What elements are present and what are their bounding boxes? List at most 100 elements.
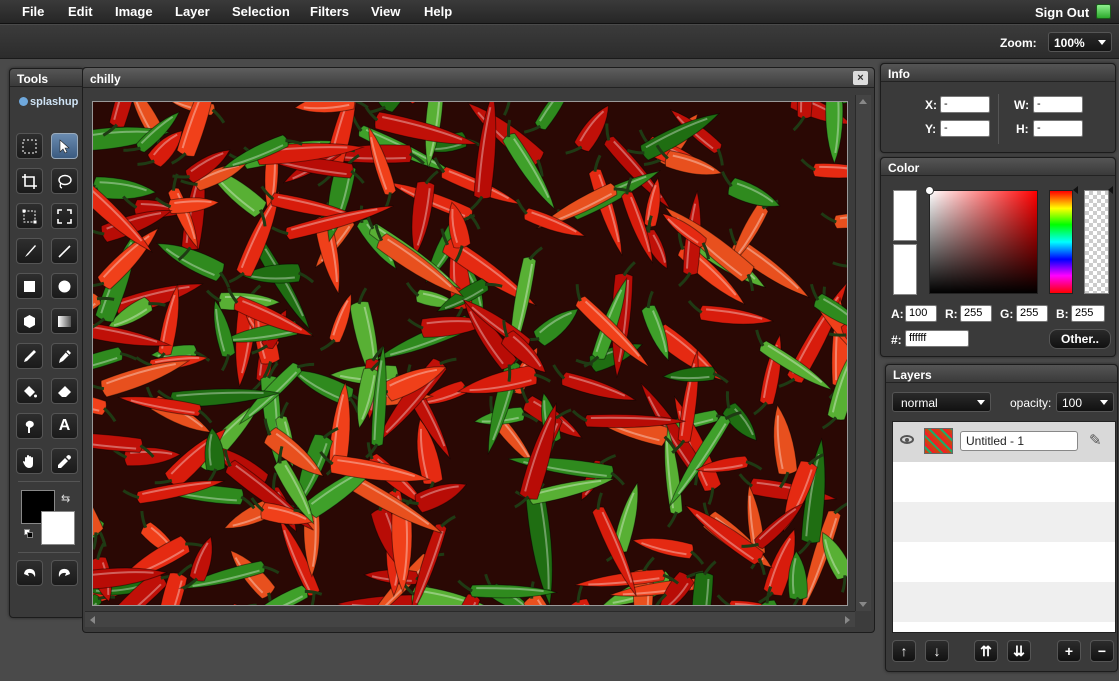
vertical-scrollbar[interactable]: [855, 95, 871, 611]
tools-panel-title: Tools: [10, 69, 84, 87]
eyedropper-tool[interactable]: [51, 448, 78, 474]
rectangle-icon: [24, 280, 35, 292]
menu-help[interactable]: Help: [424, 4, 452, 19]
background-color-swatch[interactable]: [41, 511, 75, 545]
previous-color-swatch[interactable]: [893, 244, 917, 295]
menu-file[interactable]: File: [22, 4, 44, 19]
hexagon-icon: [24, 314, 35, 328]
selection-transform-tool[interactable]: [51, 203, 78, 229]
opacity-dropdown[interactable]: 100: [1056, 392, 1114, 412]
menu-edit[interactable]: Edit: [68, 4, 93, 19]
empty-layer-slot: [893, 462, 1115, 502]
layer-name-field[interactable]: Untitled - 1: [960, 431, 1078, 451]
reset-colors-icon[interactable]: [24, 529, 34, 539]
current-color-swatch[interactable]: [893, 190, 917, 241]
red-field[interactable]: 255: [960, 305, 992, 322]
pen-tool[interactable]: [51, 343, 78, 369]
eraser-tool[interactable]: [51, 378, 78, 404]
minus-icon: −: [1097, 643, 1107, 659]
alpha-pointer-icon[interactable]: [1108, 186, 1113, 194]
pencil-tool[interactable]: [16, 343, 43, 369]
menu-view[interactable]: View: [371, 4, 400, 19]
opacity-label: opacity:: [1010, 396, 1052, 410]
scroll-right-icon[interactable]: [845, 616, 850, 624]
zoom-dropdown[interactable]: 100%: [1048, 32, 1112, 52]
gradient-tool[interactable]: [51, 308, 78, 334]
smudge-icon: [25, 420, 34, 433]
scroll-left-icon[interactable]: [90, 616, 95, 624]
delete-layer-button[interactable]: −: [1090, 640, 1114, 662]
hand-tool[interactable]: [16, 448, 43, 474]
arrow-top-icon: ⇈: [980, 643, 992, 659]
menu-selection[interactable]: Selection: [232, 4, 290, 19]
pointer-tool[interactable]: [51, 133, 78, 159]
transform-icon: [22, 209, 37, 223]
transform-tool[interactable]: [16, 203, 43, 229]
move-layer-bottom-button[interactable]: ⇊: [1007, 640, 1031, 662]
brush-tool[interactable]: [16, 238, 43, 264]
tools-panel: Tools splashup A ⇆: [9, 68, 85, 618]
hue-pointer-icon[interactable]: [1073, 186, 1078, 194]
eraser-icon: [58, 385, 71, 397]
polygon-tool[interactable]: [16, 308, 43, 334]
blend-mode-value: normal: [901, 396, 938, 410]
chevron-down-icon: [1098, 40, 1106, 45]
move-layer-up-button[interactable]: ↑: [892, 640, 916, 662]
hex-field[interactable]: ffffff: [905, 330, 969, 347]
fill-bucket-tool[interactable]: [16, 378, 43, 404]
redo-button[interactable]: [51, 560, 78, 586]
zoom-label: Zoom:: [1000, 36, 1037, 50]
crop-tool[interactable]: [16, 168, 43, 194]
y-field: -: [940, 120, 990, 137]
smudge-tool[interactable]: [16, 413, 43, 439]
scroll-down-icon[interactable]: [859, 602, 867, 607]
status-indicator: [1096, 4, 1111, 19]
red-label: R:: [945, 307, 958, 321]
layer-row[interactable]: Untitled - 1 ✎: [893, 422, 1115, 462]
zoom-value: 100%: [1054, 36, 1085, 50]
blend-mode-dropdown[interactable]: normal: [892, 392, 991, 412]
document-window: chilly ×: [82, 67, 875, 633]
menu-layer[interactable]: Layer: [175, 4, 210, 19]
alpha-slider[interactable]: [1084, 190, 1109, 294]
rectangle-tool[interactable]: [16, 273, 43, 299]
marquee-tool[interactable]: [16, 133, 43, 159]
alpha-field[interactable]: 100: [905, 305, 937, 322]
horizontal-scrollbar[interactable]: [85, 611, 855, 627]
sign-out-link[interactable]: Sign Out: [1035, 5, 1089, 20]
document-title: chilly: [83, 68, 874, 88]
scroll-up-icon[interactable]: [859, 99, 867, 104]
hue-slider[interactable]: [1049, 190, 1073, 294]
add-layer-button[interactable]: +: [1057, 640, 1081, 662]
line-tool[interactable]: [51, 238, 78, 264]
text-tool[interactable]: A: [51, 413, 78, 439]
color-panel: Color A: 100 R: 255 G: 255 B: 255 #: fff…: [880, 157, 1116, 357]
move-layer-down-button[interactable]: ↓: [925, 640, 949, 662]
swap-colors-icon[interactable]: ⇆: [61, 492, 70, 505]
top-toolbar: Zoom: 100%: [0, 25, 1119, 59]
undo-button[interactable]: [16, 560, 43, 586]
bucket-icon: [24, 385, 37, 397]
menu-image[interactable]: Image: [115, 4, 153, 19]
close-icon[interactable]: ×: [853, 71, 868, 85]
lasso-tool[interactable]: [51, 168, 78, 194]
saturation-brightness-field[interactable]: [929, 190, 1038, 294]
x-field: -: [940, 96, 990, 113]
move-layer-top-button[interactable]: ⇈: [974, 640, 998, 662]
layers-panel-title: Layers: [886, 365, 1117, 383]
blue-field[interactable]: 255: [1071, 305, 1105, 322]
menu-filters[interactable]: Filters: [310, 4, 349, 19]
green-field[interactable]: 255: [1016, 305, 1048, 322]
pencil-icon: [24, 349, 36, 362]
eyedropper-icon: [58, 454, 71, 468]
image-canvas[interactable]: [92, 101, 848, 606]
layers-panel: Layers normal opacity: 100 Untitled - 1 …: [885, 364, 1118, 672]
color-marker-icon[interactable]: [925, 186, 934, 195]
other-colors-button[interactable]: Other..: [1049, 329, 1111, 349]
info-panel-title: Info: [881, 64, 1115, 82]
layer-effects-icon[interactable]: ✎: [1089, 431, 1102, 449]
eye-icon[interactable]: [900, 435, 914, 444]
blue-label: B:: [1056, 307, 1069, 321]
ellipse-tool[interactable]: [51, 273, 78, 299]
redo-icon: [58, 568, 70, 577]
